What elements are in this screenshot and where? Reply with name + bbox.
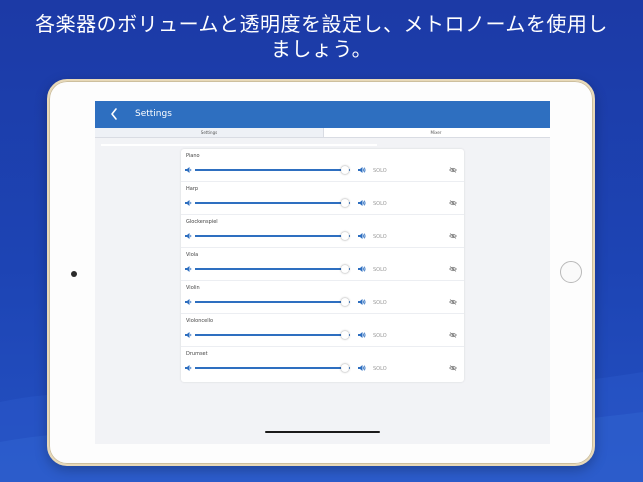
instrument-name: Glockenspiel (186, 219, 218, 225)
section-divider (101, 144, 377, 146)
home-button[interactable] (560, 261, 582, 283)
volume-slider-thumb[interactable] (341, 199, 350, 207)
mixer-card: Piano SOLO Harp SOLO Glockenspiel SOLO V… (181, 149, 464, 382)
instrument-name: Viola (186, 252, 199, 258)
camera-dot (71, 271, 77, 277)
instrument-name: Drumset (186, 351, 208, 357)
speaker-low-icon (185, 332, 192, 338)
mixer-row: Drumset SOLO (181, 347, 464, 380)
solo-button[interactable]: SOLO (373, 234, 387, 240)
volume-slider-thumb[interactable] (341, 298, 350, 306)
volume-fill (195, 367, 346, 369)
mixer-row: Harp SOLO (181, 182, 464, 215)
instrument-name: Violin (186, 285, 200, 291)
volume-slider[interactable] (195, 232, 350, 240)
app-screen: Settings Settings Mixer Piano SOLO Harp … (95, 101, 550, 444)
solo-button[interactable]: SOLO (373, 201, 387, 207)
volume-slider-thumb[interactable] (341, 232, 350, 240)
solo-button[interactable]: SOLO (373, 366, 387, 372)
volume-slider-thumb[interactable] (341, 331, 350, 339)
speaker-low-icon (185, 299, 192, 305)
eye-slash-icon[interactable] (449, 365, 457, 371)
instrument-name: Violoncello (186, 318, 214, 324)
instrument-name: Piano (186, 153, 200, 159)
volume-slider[interactable] (195, 199, 350, 207)
speaker-high-icon (358, 365, 366, 371)
volume-slider-thumb[interactable] (341, 166, 350, 174)
speaker-high-icon (358, 167, 366, 173)
volume-slider-thumb[interactable] (341, 364, 350, 372)
eye-slash-icon[interactable] (449, 167, 457, 173)
speaker-high-icon (358, 200, 366, 206)
eye-slash-icon[interactable] (449, 332, 457, 338)
volume-slider-thumb[interactable] (341, 265, 350, 273)
volume-fill (195, 334, 346, 336)
tab-mixer[interactable]: Mixer (323, 128, 548, 137)
solo-button[interactable]: SOLO (373, 168, 387, 174)
eye-slash-icon[interactable] (449, 299, 457, 305)
back-button[interactable] (109, 105, 137, 123)
volume-fill (195, 202, 346, 204)
volume-fill (195, 268, 346, 270)
speaker-low-icon (185, 233, 192, 239)
speaker-low-icon (185, 200, 192, 206)
mixer-row: Piano SOLO (181, 149, 464, 182)
eye-slash-icon[interactable] (449, 200, 457, 206)
solo-button[interactable]: SOLO (373, 267, 387, 273)
speaker-high-icon (358, 299, 366, 305)
speaker-low-icon (185, 167, 192, 173)
volume-slider[interactable] (195, 265, 350, 273)
volume-slider[interactable] (195, 331, 350, 339)
mixer-row: Violoncello SOLO (181, 314, 464, 347)
solo-button[interactable]: SOLO (373, 333, 387, 339)
solo-button[interactable]: SOLO (373, 300, 387, 306)
tab-bar: Settings Mixer (95, 128, 550, 138)
speaker-high-icon (358, 332, 366, 338)
speaker-low-icon (185, 365, 192, 371)
speaker-high-icon (358, 266, 366, 272)
volume-fill (195, 301, 346, 303)
volume-fill (195, 235, 346, 237)
volume-slider[interactable] (195, 298, 350, 306)
headline-text: 各楽器のボリュームと透明度を設定し、メトロノームを使用しましょう。 (35, 12, 608, 61)
mixer-row: Glockenspiel SOLO (181, 215, 464, 248)
tablet-frame: Settings Settings Mixer Piano SOLO Harp … (47, 79, 595, 466)
chevron-left-icon (111, 108, 117, 120)
mixer-row: Violin SOLO (181, 281, 464, 314)
navigation-bar: Settings (95, 101, 550, 128)
nav-title: Settings (135, 109, 172, 119)
eye-slash-icon[interactable] (449, 233, 457, 239)
volume-fill (195, 169, 346, 171)
volume-slider[interactable] (195, 364, 350, 372)
speaker-low-icon (185, 266, 192, 272)
instrument-name: Harp (186, 186, 199, 192)
speaker-high-icon (358, 233, 366, 239)
home-indicator (265, 431, 380, 433)
mixer-row: Viola SOLO (181, 248, 464, 281)
tab-settings[interactable]: Settings (95, 128, 323, 137)
eye-slash-icon[interactable] (449, 266, 457, 272)
volume-slider[interactable] (195, 166, 350, 174)
